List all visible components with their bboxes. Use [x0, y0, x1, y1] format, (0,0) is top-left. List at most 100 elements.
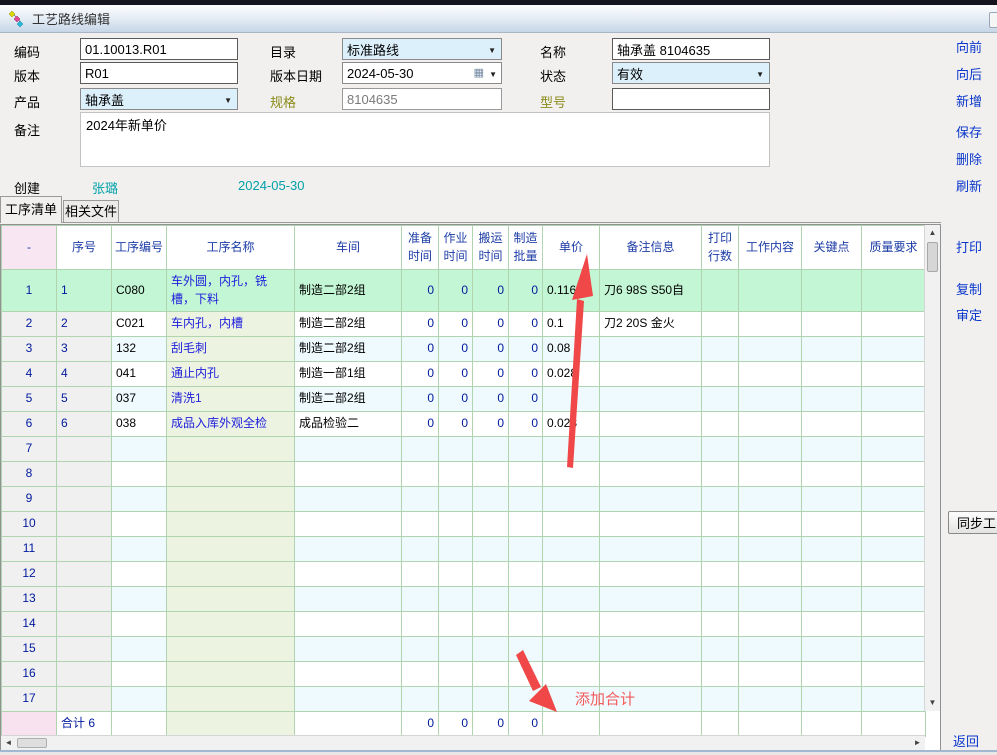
cell-move[interactable]: [473, 687, 509, 712]
cell-quality[interactable]: [862, 270, 926, 312]
cell-keypoint[interactable]: [802, 562, 862, 587]
chevron-down-icon[interactable]: ▼: [224, 96, 232, 105]
cell-name[interactable]: 成品入库外观全检: [167, 412, 295, 437]
cell-content[interactable]: [739, 587, 802, 612]
col-header-0[interactable]: -: [2, 226, 57, 270]
cell-move[interactable]: [473, 637, 509, 662]
cell-batch[interactable]: [509, 562, 543, 587]
cell-note[interactable]: [600, 537, 702, 562]
cell-name[interactable]: [167, 437, 295, 462]
cell-code[interactable]: [112, 487, 167, 512]
cell-quality[interactable]: [862, 437, 926, 462]
cell-content[interactable]: [739, 637, 802, 662]
cell-batch[interactable]: [509, 662, 543, 687]
chevron-down-icon[interactable]: ▼: [488, 46, 496, 55]
col-header-2[interactable]: 工序编号: [112, 226, 167, 270]
cell-note[interactable]: [600, 412, 702, 437]
row-selector[interactable]: 11: [2, 537, 57, 562]
cell-note[interactable]: [600, 512, 702, 537]
side-link-add[interactable]: 新增: [956, 91, 982, 110]
cell-move[interactable]: 0: [473, 387, 509, 412]
col-header-6[interactable]: 作业时间: [439, 226, 473, 270]
cell-batch[interactable]: 0: [509, 412, 543, 437]
cell-shop[interactable]: [295, 687, 402, 712]
cell-prep[interactable]: 0: [402, 270, 439, 312]
cell-quality[interactable]: [862, 712, 926, 737]
cell-shop[interactable]: [295, 462, 402, 487]
cell-prep[interactable]: [402, 612, 439, 637]
cell-work[interactable]: 0: [439, 712, 473, 737]
cell-prep[interactable]: 0: [402, 362, 439, 387]
cell-seq[interactable]: [57, 687, 112, 712]
cell-print[interactable]: [702, 612, 739, 637]
cell-keypoint[interactable]: [802, 512, 862, 537]
cell-code[interactable]: [112, 587, 167, 612]
cell-content[interactable]: [739, 662, 802, 687]
side-link-refresh[interactable]: 刷新: [956, 176, 982, 195]
cell-quality[interactable]: [862, 637, 926, 662]
titlebar-button[interactable]: [989, 12, 997, 28]
cell-prep[interactable]: [402, 662, 439, 687]
horizontal-scrollbar[interactable]: ◄ ►: [1, 735, 925, 750]
cell-name[interactable]: [167, 662, 295, 687]
cell-print[interactable]: [702, 487, 739, 512]
product-combo[interactable]: 轴承盖 ▼: [80, 88, 238, 110]
cell-note[interactable]: [600, 587, 702, 612]
cell-move[interactable]: [473, 462, 509, 487]
cell-name[interactable]: [167, 487, 295, 512]
cell-seq[interactable]: [57, 437, 112, 462]
col-header-4[interactable]: 车间: [295, 226, 402, 270]
cell-keypoint[interactable]: [802, 437, 862, 462]
cell-prep[interactable]: 0: [402, 412, 439, 437]
cell-shop[interactable]: [295, 637, 402, 662]
row-selector[interactable]: 6: [2, 412, 57, 437]
cell-price[interactable]: [543, 387, 600, 412]
cell-price[interactable]: [543, 537, 600, 562]
cell-seq[interactable]: [57, 462, 112, 487]
cell-work[interactable]: [439, 487, 473, 512]
row-selector[interactable]: 5: [2, 387, 57, 412]
cell-prep[interactable]: [402, 587, 439, 612]
cell-name[interactable]: [167, 637, 295, 662]
cell-shop[interactable]: [295, 712, 402, 737]
vertical-scrollbar[interactable]: ▲ ▼: [924, 225, 940, 711]
cell-batch[interactable]: [509, 462, 543, 487]
cell-move[interactable]: 0: [473, 270, 509, 312]
cell-move[interactable]: 0: [473, 412, 509, 437]
cell-print[interactable]: [702, 662, 739, 687]
cell-batch[interactable]: [509, 587, 543, 612]
side-link-copy[interactable]: 复制: [956, 279, 982, 298]
cell-prep[interactable]: [402, 637, 439, 662]
scroll-left-icon[interactable]: ◄: [1, 736, 16, 750]
cell-note[interactable]: [600, 387, 702, 412]
cell-note[interactable]: 刀2 20S 金火: [600, 312, 702, 337]
cell-quality[interactable]: [862, 562, 926, 587]
cell-name[interactable]: [167, 562, 295, 587]
cell-print[interactable]: [702, 562, 739, 587]
cell-note[interactable]: [600, 612, 702, 637]
cell-code[interactable]: [112, 437, 167, 462]
cell-keypoint[interactable]: [802, 337, 862, 362]
cell-name[interactable]: [167, 587, 295, 612]
cell-price[interactable]: [543, 637, 600, 662]
cell-code[interactable]: [112, 462, 167, 487]
cell-batch[interactable]: [509, 487, 543, 512]
vertical-scroll-thumb[interactable]: [927, 242, 938, 272]
remark-textarea[interactable]: 2024年新单价: [80, 112, 770, 167]
cell-content[interactable]: [739, 687, 802, 712]
row-selector[interactable]: 2: [2, 312, 57, 337]
version-input[interactable]: [80, 62, 238, 84]
cell-name[interactable]: [167, 462, 295, 487]
cell-keypoint[interactable]: [802, 387, 862, 412]
cell-batch[interactable]: 0: [509, 712, 543, 737]
cell-shop[interactable]: [295, 487, 402, 512]
cell-price[interactable]: 0.08: [543, 337, 600, 362]
cell-seq[interactable]: [57, 612, 112, 637]
cell-print[interactable]: [702, 537, 739, 562]
cell-move[interactable]: [473, 587, 509, 612]
col-header-1[interactable]: 序号: [57, 226, 112, 270]
cell-prep[interactable]: 0: [402, 387, 439, 412]
cell-content[interactable]: [739, 337, 802, 362]
cell-keypoint[interactable]: [802, 637, 862, 662]
cell-prep[interactable]: [402, 687, 439, 712]
